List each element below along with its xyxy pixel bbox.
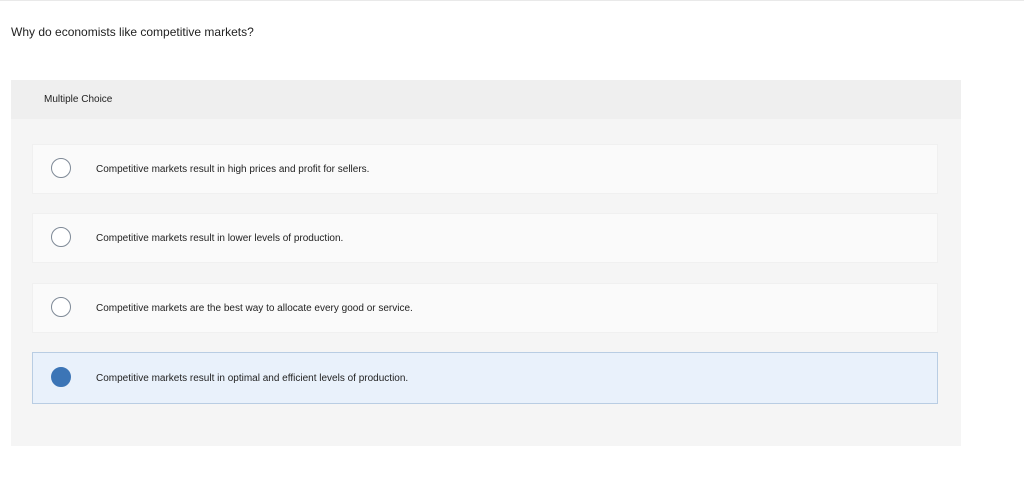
answer-option-2[interactable]: Competitive markets result in lower leve… <box>32 213 938 263</box>
radio-button[interactable] <box>51 158 71 178</box>
answer-option-text: Competitive markets result in lower leve… <box>96 233 344 244</box>
answer-option-text: Competitive markets result in high price… <box>96 164 370 175</box>
answer-option-3[interactable]: Competitive markets are the best way to … <box>32 283 938 333</box>
panel-title: Multiple Choice <box>44 94 113 105</box>
panel-header: Multiple Choice <box>11 80 961 119</box>
top-divider <box>0 0 1024 1</box>
answer-option-text: Competitive markets result in optimal an… <box>96 373 409 384</box>
radio-button[interactable] <box>51 227 71 247</box>
question-text: Why do economists like competitive marke… <box>11 25 254 39</box>
radio-button-selected[interactable] <box>51 367 71 387</box>
answer-option-1[interactable]: Competitive markets result in high price… <box>32 144 938 194</box>
answer-option-4[interactable]: Competitive markets result in optimal an… <box>32 352 938 404</box>
answer-option-text: Competitive markets are the best way to … <box>96 303 413 314</box>
multiple-choice-panel: Multiple Choice Competitive markets resu… <box>11 80 961 446</box>
radio-button[interactable] <box>51 297 71 317</box>
